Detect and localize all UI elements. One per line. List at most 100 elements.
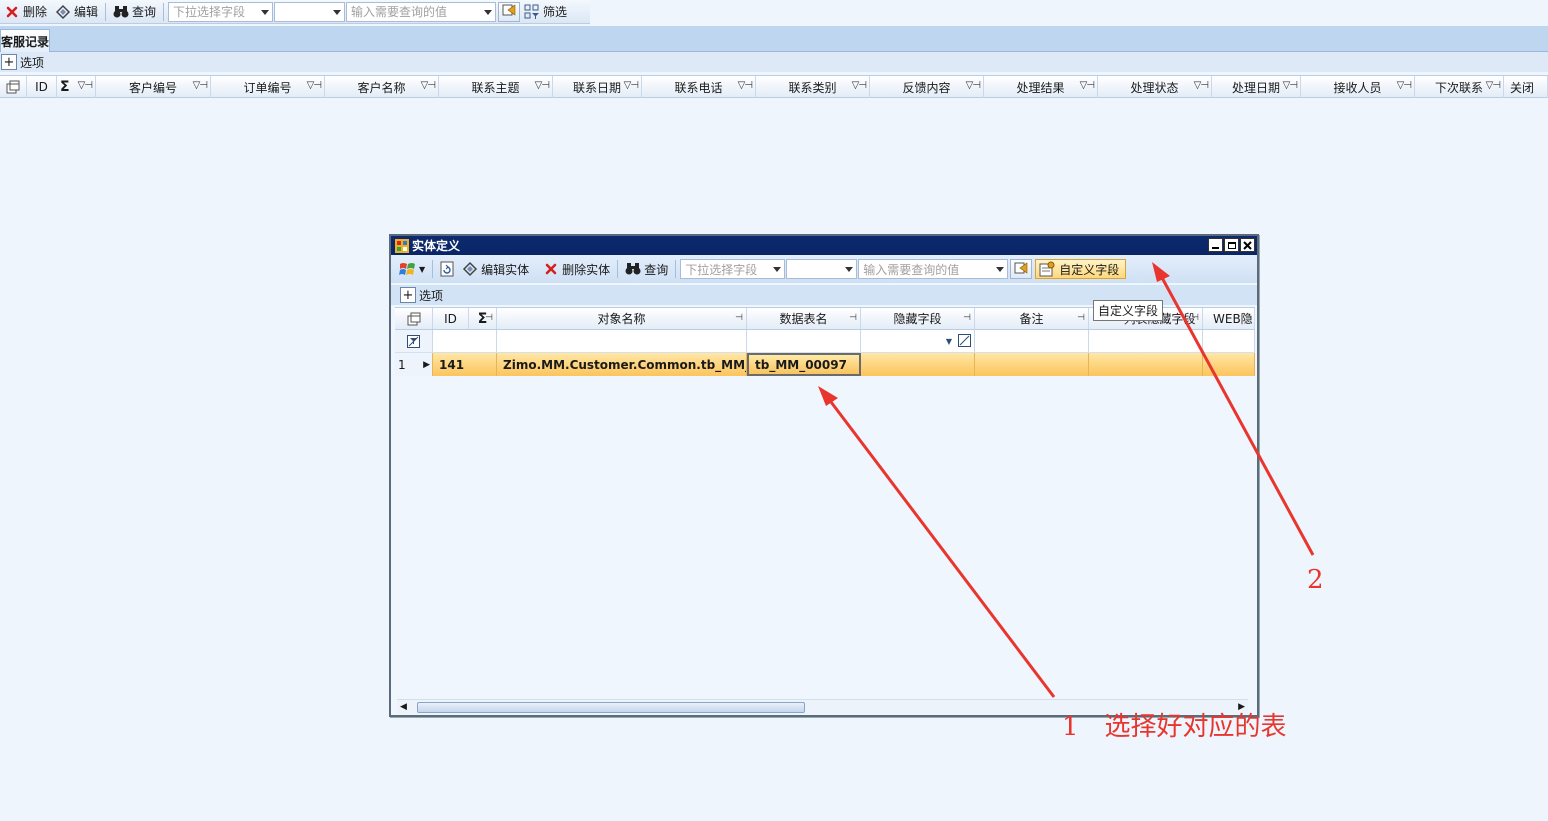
col-header-table-name[interactable]: 数据表名 ⊣ <box>747 308 861 329</box>
scrollbar-thumb[interactable] <box>417 702 805 713</box>
cell-id[interactable]: 141 <box>433 353 497 376</box>
edit-button[interactable]: 编辑 <box>51 1 102 23</box>
filter-pin-icon: ▽⊣ <box>851 80 867 91</box>
cell-table-name[interactable]: tb_MM_00097 <box>747 353 861 376</box>
column-chooser-button[interactable] <box>0 76 27 98</box>
col-header-order-no[interactable]: 订单编号 ▽⊣ <box>211 76 325 98</box>
filter-cell-table-name[interactable] <box>747 330 861 352</box>
value-input[interactable]: 输入需要查询的值 <box>346 1 497 22</box>
col-header-contact-phone[interactable]: 联系电话 ▽⊣ <box>642 76 756 98</box>
edit-entity-button[interactable]: 编辑实体 <box>458 258 533 280</box>
custom-field-button[interactable]: 自定义字段 <box>1035 259 1127 279</box>
filter-pin-icon: ▽⊣ <box>534 80 550 91</box>
chevron-down-icon <box>996 267 1005 272</box>
windows-menu-button[interactable]: ▼ <box>395 258 429 280</box>
pin-icon: ⊣ <box>849 313 857 323</box>
filter-cell-web-hidden[interactable] <box>1203 330 1255 352</box>
pin-icon: ⊣ <box>1077 313 1085 323</box>
col-header-remark[interactable]: 备注 ⊣ <box>975 308 1089 329</box>
row-indicator[interactable]: 1 ▶ <box>395 353 433 376</box>
minimize-button[interactable] <box>1208 238 1223 252</box>
filter-pin-icon: ▽⊣ <box>77 80 93 91</box>
col-header-status[interactable]: 处理状态 ▽⊣ <box>1098 76 1212 98</box>
cell-remark[interactable] <box>975 353 1089 376</box>
cell-table-name-value: tb_MM_00097 <box>755 357 847 372</box>
col-header-id[interactable]: ID <box>433 308 469 329</box>
clear-filter-icon[interactable] <box>958 334 971 350</box>
entity-definition-dialog: 实体定义 ▼ 编辑实体 删除实体 查询 下拉选择字段 输入需要查询的值 自定义字… <box>389 234 1259 717</box>
field-select[interactable]: 下拉选择字段 <box>168 1 274 22</box>
options-label[interactable]: 选项 <box>20 54 44 71</box>
col-header-web-hidden[interactable]: WEB隐 <box>1203 308 1255 329</box>
col-header-customer-no[interactable]: 客户编号 ▽⊣ <box>96 76 211 98</box>
column-chooser-button[interactable] <box>395 308 433 329</box>
col-header-label: 下次联系 <box>1434 80 1483 95</box>
filter-cell-remark[interactable] <box>975 330 1089 352</box>
col-header-object-name[interactable]: 对象名称 ⊣ <box>497 308 747 329</box>
col-header-sigma[interactable]: Σ ▽⊣ <box>57 76 96 98</box>
filter-pin-icon: ▽⊣ <box>306 80 322 91</box>
dialog-options-expand-button[interactable]: + <box>400 287 416 303</box>
delete-button[interactable]: 删除 <box>0 1 51 23</box>
cell-list-hidden[interactable] <box>1089 353 1203 376</box>
filter-pin-icon: ▽⊣ <box>1282 80 1298 91</box>
cell-object-name[interactable]: Zimo.MM.Customer.Common.tb_MM_客服 <box>497 353 747 376</box>
dialog-title-bar[interactable]: 实体定义 <box>391 236 1257 255</box>
col-header-label: 联系主题 <box>471 80 520 95</box>
col-header-close[interactable]: 关闭 <box>1504 76 1548 98</box>
toolbar-separator <box>617 260 619 278</box>
dialog-apply-query-button[interactable] <box>1010 259 1033 279</box>
cell-hidden-fields[interactable] <box>861 353 975 376</box>
col-header-process-date[interactable]: 处理日期 ▽⊣ <box>1212 76 1301 98</box>
custom-field-tooltip: 自定义字段 <box>1093 300 1164 321</box>
filter-cell-list-hidden[interactable] <box>1089 330 1203 352</box>
tab-customer-service-records[interactable]: 客服记录 <box>0 29 50 52</box>
query-button[interactable]: 查询 <box>109 1 160 23</box>
apply-query-button[interactable] <box>498 1 521 22</box>
filter-cell-id[interactable] <box>433 330 497 352</box>
pin-icon: ⊣ <box>1191 313 1199 323</box>
value-input-placeholder: 输入需要查询的值 <box>351 5 448 19</box>
dialog-value-input[interactable]: 输入需要查询的值 <box>858 259 1009 279</box>
delete-x-icon <box>543 261 559 277</box>
col-header-customer-name[interactable]: 客户名称 ▽⊣ <box>325 76 439 98</box>
maximize-button[interactable] <box>1224 238 1239 252</box>
col-header-label: WEB隐 <box>1213 312 1253 326</box>
col-header-id[interactable]: ID <box>27 76 57 98</box>
col-header-sigma[interactable]: Σ ⊣ <box>469 308 497 329</box>
cell-id-value: 141 <box>439 357 465 372</box>
chevron-down-icon <box>484 9 493 15</box>
delete-entity-button[interactable]: 删除实体 <box>539 258 614 280</box>
close-icon <box>1243 240 1252 250</box>
close-button[interactable] <box>1240 238 1255 252</box>
col-header-feedback[interactable]: 反馈内容 ▽⊣ <box>870 76 984 98</box>
col-header-next-contact[interactable]: 下次联系 ▽⊣ <box>1415 76 1504 98</box>
col-header-result[interactable]: 处理结果 ▽⊣ <box>984 76 1098 98</box>
scroll-left-icon[interactable]: ◀ <box>400 702 407 712</box>
options-expand-button[interactable]: + <box>1 54 17 70</box>
table-row[interactable]: 1 ▶ 141 Zimo.MM.Customer.Common.tb_MM_客服… <box>395 353 1255 376</box>
dialog-operator-select[interactable] <box>786 259 858 279</box>
filter-button[interactable]: 筛选 <box>520 1 571 23</box>
operator-select[interactable] <box>274 1 346 22</box>
col-header-contact-type[interactable]: 联系类别 ▽⊣ <box>756 76 870 98</box>
binoculars-icon <box>625 261 641 277</box>
dialog-options-label[interactable]: 选项 <box>419 287 443 304</box>
refresh-button[interactable] <box>436 258 458 280</box>
col-header-label: 处理日期 <box>1231 80 1280 95</box>
dialog-field-select[interactable]: 下拉选择字段 <box>680 259 786 279</box>
filter-cell-object-name[interactable] <box>497 330 747 352</box>
col-header-contact-date[interactable]: 联系日期 ▽⊣ <box>553 76 642 98</box>
chevron-down-icon <box>261 9 270 15</box>
filter-cell-hidden-fields[interactable]: ▼ <box>861 330 975 352</box>
clear-filter-button[interactable] <box>395 330 433 352</box>
maximize-icon <box>1227 241 1236 249</box>
col-header-contact-subject[interactable]: 联系主题 ▽⊣ <box>439 76 553 98</box>
col-header-label: 关闭 <box>1510 80 1535 95</box>
chevron-down-icon: ▼ <box>945 336 952 346</box>
col-header-hidden-fields[interactable]: 隐藏字段 ⊣ <box>861 308 975 329</box>
col-header-receiver[interactable]: 接收人员 ▽⊣ <box>1301 76 1415 98</box>
dialog-query-button[interactable]: 查询 <box>621 258 672 280</box>
toolbar-separator <box>432 260 434 278</box>
cell-web-hidden[interactable] <box>1203 353 1255 376</box>
